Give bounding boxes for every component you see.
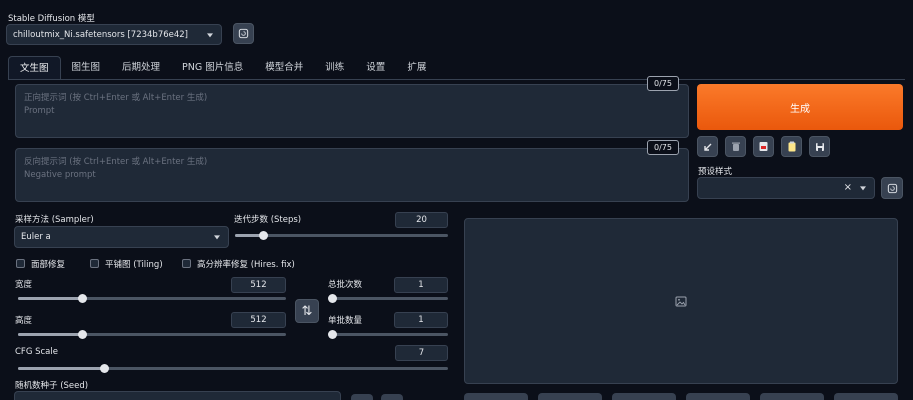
- sampler-select[interactable]: Euler a: [14, 226, 229, 248]
- chevron-down-icon: [214, 235, 220, 240]
- seed-label: 随机数种子 (Seed): [15, 381, 89, 391]
- batch-size-slider[interactable]: [328, 330, 448, 339]
- cfg-scale-slider-fill: [18, 367, 104, 370]
- tab-png-info[interactable]: PNG 图片信息: [171, 56, 254, 80]
- clipboard-icon: [788, 141, 795, 152]
- restore-faces-label: 面部修复: [31, 260, 66, 270]
- batch-size-slider-thumb[interactable]: [328, 330, 337, 339]
- model-label: Stable Diffusion 模型: [8, 14, 95, 24]
- batch-count-slider[interactable]: [328, 294, 448, 303]
- refresh-styles-button[interactable]: [881, 177, 903, 199]
- height-slider[interactable]: [18, 330, 286, 339]
- save-button[interactable]: [538, 393, 602, 400]
- sampler-value: Euler a: [21, 232, 51, 242]
- batch-count-slider-thumb[interactable]: [328, 294, 337, 303]
- styles-label: 预设样式: [698, 167, 733, 177]
- width-slider[interactable]: [18, 294, 286, 303]
- tab-merge[interactable]: 模型合并: [254, 56, 314, 80]
- main-tabs: 文生图 图生图 后期处理 PNG 图片信息 模型合并 训练 设置 扩展: [8, 56, 437, 80]
- negative-prompt-input[interactable]: 反向提示词 (按 Ctrl+Enter 或 Alt+Enter 生成) Nega…: [15, 148, 689, 202]
- show-extra-networks-button[interactable]: [753, 136, 774, 157]
- width-slider-thumb[interactable]: [78, 294, 88, 303]
- negative-placeholder-2: Negative prompt: [24, 170, 96, 180]
- chevron-down-icon: [207, 32, 213, 37]
- styles-select[interactable]: ×: [697, 177, 875, 199]
- cfg-scale-input[interactable]: 7: [395, 345, 448, 361]
- tabs-divider: [8, 79, 905, 80]
- clear-styles-icon[interactable]: ×: [844, 182, 852, 193]
- tab-train[interactable]: 训练: [314, 56, 355, 80]
- trash-icon: [731, 142, 740, 151]
- tab-img2img[interactable]: 图生图: [61, 56, 112, 80]
- tiling-label: 平铺图 (Tiling): [105, 260, 163, 270]
- send-to-extras-button[interactable]: [834, 393, 898, 400]
- tab-txt2img[interactable]: 文生图: [8, 56, 61, 80]
- zip-button[interactable]: [612, 393, 676, 400]
- chevron-down-icon: [860, 186, 866, 191]
- model-select[interactable]: chilloutmix_Ni.safetensors [7234b76e42]: [6, 24, 222, 45]
- steps-input[interactable]: 20: [395, 212, 448, 228]
- tab-settings[interactable]: 设置: [355, 56, 396, 80]
- arrow-down-left-icon: [703, 143, 711, 151]
- random-seed-button[interactable]: [351, 394, 373, 400]
- hires-fix-label: 高分辨率修复 (Hires. fix): [197, 260, 295, 270]
- cfg-scale-slider[interactable]: [18, 364, 448, 373]
- width-label: 宽度: [15, 280, 33, 290]
- send-to-img2img-button[interactable]: [686, 393, 750, 400]
- open-folder-button[interactable]: [464, 393, 528, 400]
- generate-button[interactable]: 生成: [697, 84, 903, 130]
- negative-placeholder-1: 反向提示词 (按 Ctrl+Enter 或 Alt+Enter 生成): [24, 157, 208, 167]
- batch-size-label: 单批数量: [328, 316, 363, 326]
- steps-slider-thumb[interactable]: [258, 231, 268, 240]
- sampler-label: 采样方法 (Sampler): [15, 215, 94, 225]
- cfg-scale-label: CFG Scale: [15, 347, 58, 357]
- reuse-seed-button[interactable]: [381, 394, 403, 400]
- swap-dimensions-button[interactable]: ⇅: [295, 299, 319, 323]
- height-input[interactable]: 512: [231, 312, 286, 328]
- clear-prompt-button[interactable]: [725, 136, 746, 157]
- refresh-models-button[interactable]: [233, 23, 254, 44]
- steps-slider[interactable]: [235, 231, 448, 240]
- apply-style-button[interactable]: [781, 136, 802, 157]
- image-placeholder-icon: [675, 296, 687, 307]
- prompt-placeholder-2: Prompt: [24, 106, 55, 116]
- steps-label: 迭代步数 (Steps): [234, 215, 302, 225]
- send-to-inpaint-button[interactable]: [760, 393, 824, 400]
- seed-input[interactable]: [14, 391, 341, 400]
- prompt-placeholder-1: 正向提示词 (按 Ctrl+Enter 或 Alt+Enter 生成): [24, 93, 208, 103]
- tab-extensions[interactable]: 扩展: [396, 56, 437, 80]
- width-input[interactable]: 512: [231, 277, 286, 293]
- save-style-button[interactable]: [809, 136, 830, 157]
- model-select-value: chilloutmix_Ni.safetensors [7234b76e42]: [13, 29, 188, 40]
- floppy-disk-icon: [815, 142, 824, 151]
- height-label: 高度: [15, 316, 33, 326]
- prompt-token-counter: 0/75: [647, 76, 679, 91]
- refresh-icon: [238, 28, 249, 39]
- cfg-scale-slider-thumb[interactable]: [100, 364, 109, 373]
- prompt-input[interactable]: 正向提示词 (按 Ctrl+Enter 或 Alt+Enter 生成) Prom…: [15, 84, 689, 138]
- restore-faces-checkbox[interactable]: [16, 259, 25, 268]
- tiling-checkbox[interactable]: [90, 259, 99, 268]
- batch-size-input[interactable]: 1: [394, 312, 448, 328]
- tab-extras[interactable]: 后期处理: [111, 56, 171, 80]
- hires-fix-checkbox[interactable]: [182, 259, 191, 268]
- card-icon: [759, 142, 768, 151]
- height-slider-fill: [18, 333, 83, 336]
- width-slider-fill: [18, 297, 83, 300]
- batch-count-label: 总批次数: [328, 280, 363, 290]
- refresh-icon: [887, 183, 897, 193]
- height-slider-thumb[interactable]: [78, 330, 88, 339]
- batch-count-input[interactable]: 1: [394, 277, 448, 293]
- negative-token-counter: 0/75: [647, 140, 679, 155]
- output-gallery: [464, 218, 898, 384]
- read-params-button[interactable]: [697, 136, 718, 157]
